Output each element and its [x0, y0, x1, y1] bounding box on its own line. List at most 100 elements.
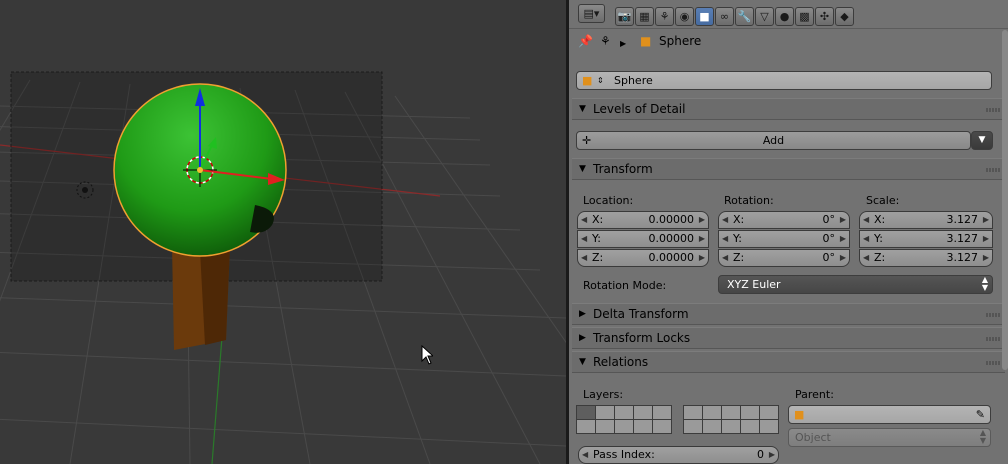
panel-title: Relations — [593, 355, 649, 369]
parent-label: Parent: — [795, 388, 834, 401]
data-icon[interactable]: ▽ — [755, 7, 774, 26]
layer-toggle[interactable] — [596, 420, 614, 433]
transform-panel-body: Location: Rotation: Scale: ◀ X: 0.00000 ▶ ◀… — [572, 180, 1005, 300]
scale-z-field[interactable]: ◀ Z: 3.127 ▶ — [859, 249, 993, 267]
layer-toggle[interactable] — [741, 406, 759, 419]
layer-toggle[interactable] — [653, 420, 671, 433]
rotation-mode-label: Rotation Mode: — [583, 279, 667, 292]
add-label: Add — [762, 134, 785, 147]
expanded-arrow-icon: ▼ — [579, 357, 586, 367]
panel-grip-icon[interactable] — [986, 361, 1000, 365]
scene-context-icon: ⚘ — [600, 34, 611, 48]
lod-menu-button[interactable]: ▼ — [971, 131, 993, 150]
panel-delta-transform[interactable]: ▶ Delta Transform — [572, 303, 1005, 325]
location-z-field[interactable]: ◀ Z: 0.00000 ▶ — [577, 249, 709, 267]
modifiers-icon[interactable]: 🔧 — [735, 7, 754, 26]
breadcrumb-arrow-icon: ▶ — [620, 39, 627, 48]
updown-arrow-icon: ▲ ▼ — [979, 428, 986, 445]
datablock-browse-icon[interactable]: ⇕ — [597, 72, 604, 89]
layer-toggle[interactable] — [760, 420, 778, 433]
object-name-value[interactable]: Sphere — [614, 72, 653, 89]
layers-grid-right[interactable] — [683, 405, 779, 434]
parent-type-value: Object — [795, 431, 831, 444]
properties-scrollbar[interactable] — [1002, 30, 1008, 370]
layers-grid-left[interactable] — [576, 405, 672, 434]
editor-type-icon: ▤▾ — [583, 7, 600, 20]
relations-panel-body: Layers: Parent: ■ ✎ Object ▲ ▼ ◀ Pass Ind… — [572, 373, 1005, 464]
collapsed-arrow-icon: ▶ — [579, 309, 586, 319]
editor-type-menu[interactable]: ▤▾ — [578, 4, 605, 23]
expanded-arrow-icon: ▼ — [579, 104, 586, 114]
eyedropper-icon[interactable]: ✎ — [976, 406, 985, 423]
panel-grip-icon[interactable] — [986, 337, 1000, 341]
layer-toggle[interactable] — [722, 420, 740, 433]
panel-grip-icon[interactable] — [986, 313, 1000, 317]
properties-editor: ▤▾ 📷 ▦ ⚘ ◉ ■ ∞ 🔧 ▽ ● ▩ ✣ ◆ 📌 ⚘ ▶ ■ Spher… — [569, 0, 1008, 464]
constraints-icon[interactable]: ∞ — [715, 7, 734, 26]
panel-title: Transform Locks — [593, 331, 691, 345]
3d-viewport[interactable] — [0, 0, 566, 464]
panel-relations[interactable]: ▼ Relations — [572, 351, 1005, 373]
rotation-x-field[interactable]: ◀ X: 0° ▶ — [718, 211, 850, 229]
pass-index-label: Pass Index: — [593, 448, 655, 461]
render-layers-icon[interactable]: ▦ — [635, 7, 654, 26]
layer-toggle[interactable] — [615, 420, 633, 433]
pin-icon[interactable]: 📌 — [578, 34, 593, 54]
layer-toggle[interactable] — [684, 420, 702, 433]
layer-toggle[interactable] — [615, 406, 633, 419]
rotation-z-field[interactable]: ◀ Z: 0° ▶ — [718, 249, 850, 267]
panel-transform-locks[interactable]: ▶ Transform Locks — [572, 327, 1005, 349]
panel-levels-of-detail[interactable]: ▼ Levels of Detail — [572, 98, 1005, 120]
physics-icon[interactable]: ◆ — [835, 7, 854, 26]
scale-x-field[interactable]: ◀ X: 3.127 ▶ — [859, 211, 993, 229]
render-icon[interactable]: 📷 — [615, 7, 634, 26]
context-tabs: 📷 ▦ ⚘ ◉ ■ ∞ 🔧 ▽ ● ▩ ✣ ◆ — [615, 3, 857, 26]
viewport-canvas[interactable] — [0, 0, 566, 464]
layers-label: Layers: — [583, 388, 624, 401]
layer-toggle[interactable] — [703, 420, 721, 433]
scale-label: Scale: — [866, 194, 900, 207]
layer-toggle[interactable] — [634, 406, 652, 419]
location-x-field[interactable]: ◀ X: 0.00000 ▶ — [577, 211, 709, 229]
rotation-mode-value: XYZ Euler — [727, 278, 781, 291]
rotation-mode-select[interactable]: XYZ Euler ▲ ▼ — [718, 275, 993, 294]
layer-toggle[interactable] — [577, 406, 595, 419]
location-y-field[interactable]: ◀ Y: 0.00000 ▶ — [577, 230, 709, 248]
panel-title: Transform — [593, 162, 653, 176]
updown-arrow-icon: ▲ ▼ — [981, 275, 988, 292]
layer-toggle[interactable] — [596, 406, 614, 419]
object-datablock-field[interactable]: ■ ⇕ Sphere — [576, 71, 992, 90]
pass-index-value: 0 — [757, 448, 764, 461]
layer-toggle[interactable] — [577, 420, 595, 433]
texture-icon[interactable]: ▩ — [795, 7, 814, 26]
layer-toggle[interactable] — [703, 406, 721, 419]
object-type-icon: ■ — [794, 408, 805, 421]
particles-icon[interactable]: ✣ — [815, 7, 834, 26]
object-context-icon: ■ — [640, 34, 652, 48]
lod-panel-body: ✛ Add ▼ — [572, 120, 1005, 158]
parent-field[interactable]: ■ ✎ — [788, 405, 991, 424]
rotation-y-field[interactable]: ◀ Y: 0° ▶ — [718, 230, 850, 248]
layer-toggle[interactable] — [760, 406, 778, 419]
scale-y-field[interactable]: ◀ Y: 3.127 ▶ — [859, 230, 993, 248]
layer-toggle[interactable] — [634, 420, 652, 433]
scene-icon[interactable]: ⚘ — [655, 7, 674, 26]
layer-toggle[interactable] — [741, 420, 759, 433]
properties-header: ▤▾ 📷 ▦ ⚘ ◉ ■ ∞ 🔧 ▽ ● ▩ ✣ ◆ — [569, 0, 1008, 29]
layer-toggle[interactable] — [653, 406, 671, 419]
material-icon[interactable]: ● — [775, 7, 794, 26]
panel-transform[interactable]: ▼ Transform — [572, 158, 1005, 180]
panel-title: Levels of Detail — [593, 102, 686, 116]
object-icon[interactable]: ■ — [695, 7, 714, 26]
world-icon[interactable]: ◉ — [675, 7, 694, 26]
parent-type-select[interactable]: Object ▲ ▼ — [788, 428, 991, 447]
layer-toggle[interactable] — [684, 406, 702, 419]
panel-title: Delta Transform — [593, 307, 689, 321]
add-lod-button[interactable]: ✛ Add — [576, 131, 971, 150]
panel-grip-icon[interactable] — [986, 168, 1000, 172]
location-label: Location: — [583, 194, 634, 207]
add-icon: ✛ — [582, 134, 592, 147]
layer-toggle[interactable] — [722, 406, 740, 419]
pass-index-field[interactable]: ◀ Pass Index: 0 ▶ — [578, 446, 779, 464]
panel-grip-icon[interactable] — [986, 108, 1000, 112]
